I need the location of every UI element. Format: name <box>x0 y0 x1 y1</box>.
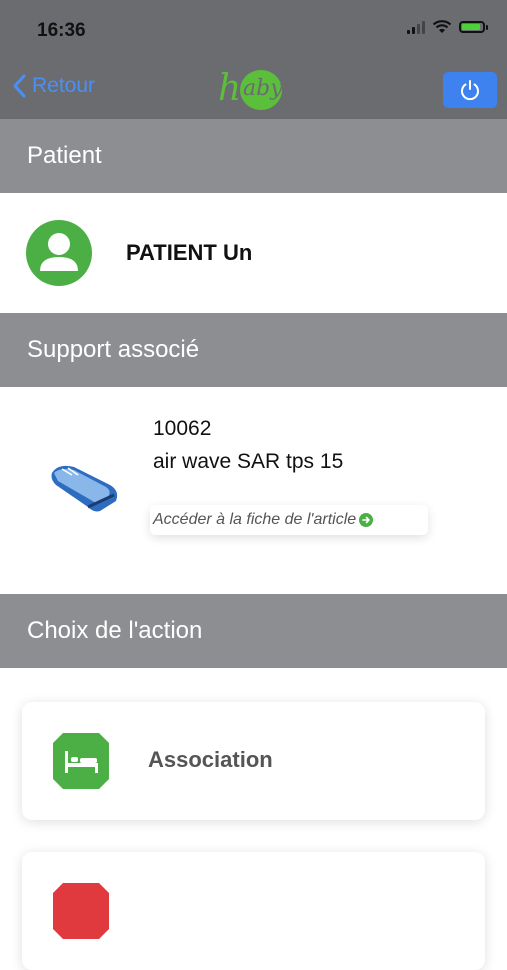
haby-logo: h aby <box>218 68 283 110</box>
user-avatar-icon <box>26 220 92 286</box>
status-time: 16:36 <box>37 20 86 41</box>
svg-text:h: h <box>218 68 241 109</box>
back-label: Retour <box>32 74 96 97</box>
wifi-icon <box>432 20 452 33</box>
arrow-circle-icon <box>359 513 374 527</box>
battery-icon <box>459 21 488 33</box>
product-code: 10062 <box>153 417 212 440</box>
association-label: Association <box>148 747 273 772</box>
patient-row: PATIENT Un <box>0 193 507 312</box>
patient-name: PATIENT Un <box>126 240 253 265</box>
chevron-left-icon <box>13 74 26 98</box>
signal-icon <box>407 20 425 34</box>
article-sheet-link[interactable]: Accéder à la fiche de l'article <box>150 505 428 535</box>
support-section-header: Support associé <box>0 313 507 387</box>
svg-text:aby: aby <box>243 76 283 101</box>
bed-icon <box>53 733 109 789</box>
patient-section-header: Patient <box>0 119 507 193</box>
top-bar: 16:36 Retour h aby <box>0 0 507 119</box>
action-icon <box>53 883 109 939</box>
product-name: air wave SAR tps 15 <box>153 450 344 473</box>
second-action-card[interactable] <box>22 852 485 970</box>
status-icons <box>407 20 488 34</box>
article-link-label: Accéder à la fiche de l'article <box>153 511 357 528</box>
action-section-header: Choix de l'action <box>0 594 507 668</box>
support-item: 10062 air wave SAR tps 15 Accéder à la f… <box>0 387 507 593</box>
back-button[interactable]: Retour <box>12 74 95 98</box>
product-image <box>51 465 118 512</box>
logout-button[interactable] <box>443 72 497 108</box>
association-action-card[interactable]: Association <box>22 702 485 820</box>
power-icon <box>461 80 479 101</box>
